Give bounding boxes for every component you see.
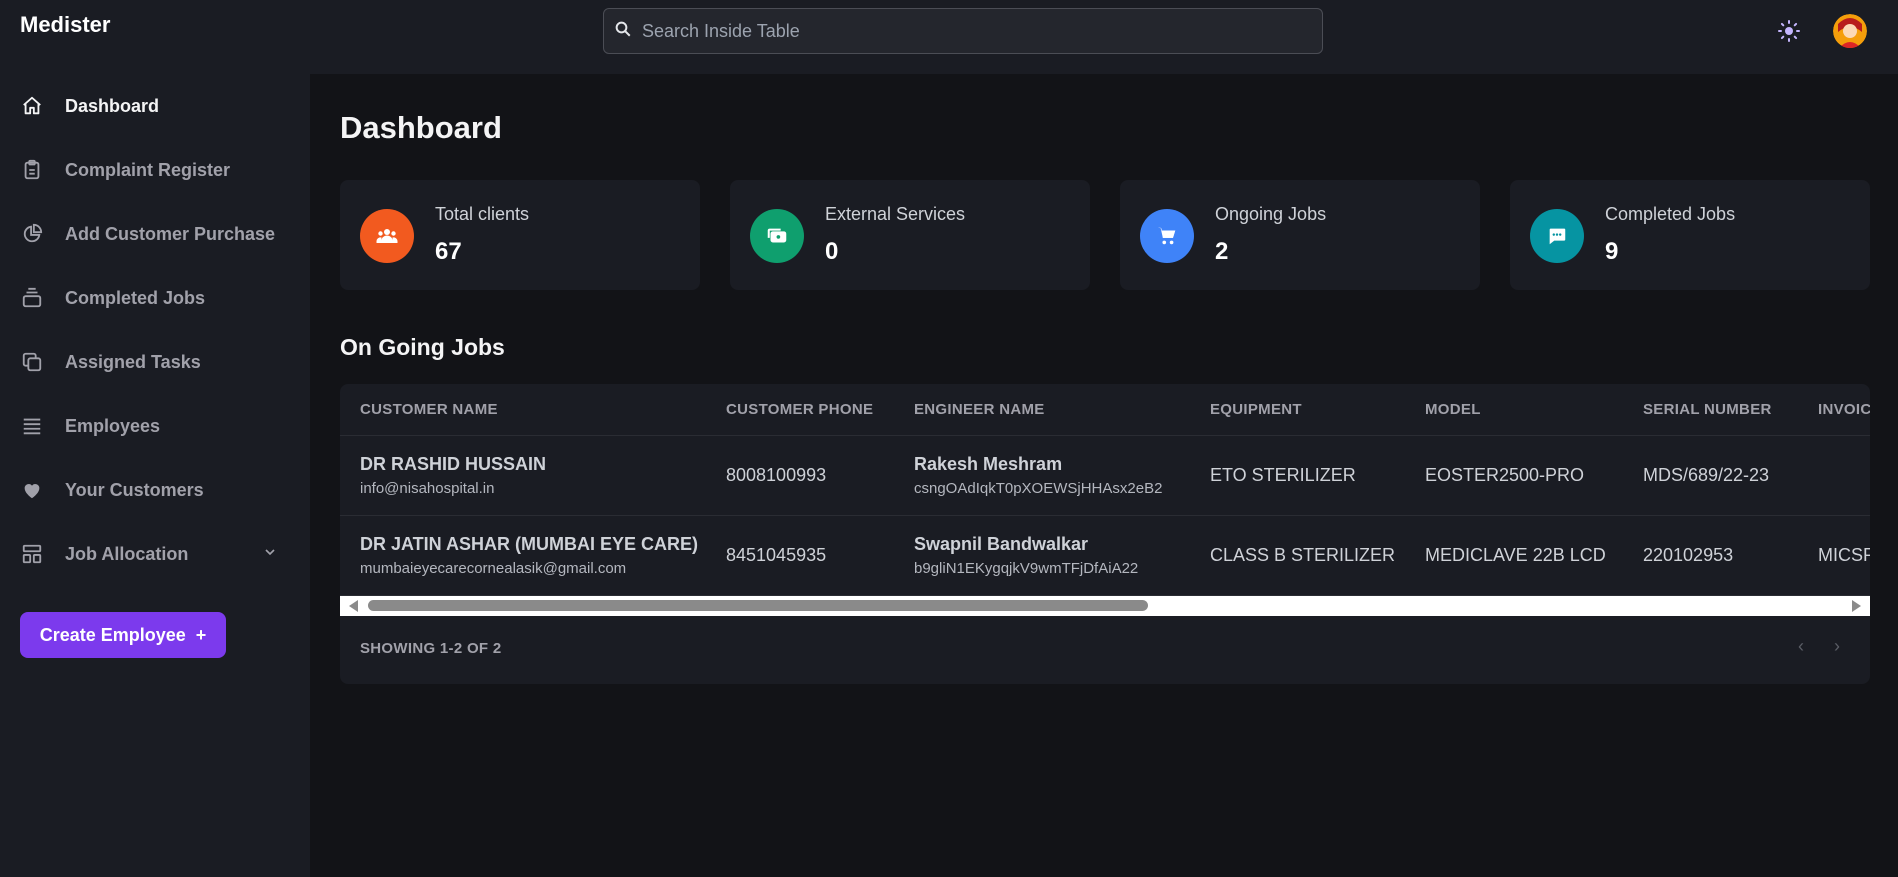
sidebar-item-label: Add Customer Purchase [65, 223, 276, 244]
heart-icon [20, 478, 44, 502]
customer-name: DR RASHID HUSSAIN [360, 454, 547, 474]
engineer-name: Rakesh Meshram [914, 454, 1063, 474]
sidebar-item-label: Job Allocation [65, 543, 189, 564]
clipboard-icon [20, 158, 44, 182]
page-title: Dashboard [340, 110, 502, 145]
top-header [310, 0, 1898, 74]
table-header: CUSTOMER NAME CUSTOMER PHONE ENGINEER NA… [340, 384, 1870, 436]
cart-icon [1140, 209, 1194, 263]
copy-icon [20, 350, 44, 374]
sidebar: Medister Dashboard Complaint Register Ad… [0, 0, 310, 877]
stat-value: 2 [1215, 238, 1229, 265]
layout-icon [20, 542, 44, 566]
create-employee-button[interactable]: Create Employee + [20, 612, 226, 658]
serial-number: 220102953 [1643, 545, 1734, 565]
engineer-id: b9gliN1EKygqjkV9wmTFjDfAiA22 [914, 560, 1139, 577]
equipment: CLASS B STERILIZER [1210, 545, 1396, 565]
search-input[interactable] [642, 20, 1322, 42]
serial-number: MDS/689/22-23 [1643, 465, 1770, 485]
equipment: ETO STERILIZER [1210, 465, 1356, 485]
engineer-id: csngOAdIqkT0pXOEWSjHHAsx2eB2 [914, 480, 1163, 497]
sidebar-item-label: Dashboard [65, 95, 160, 116]
stat-card-external-services: External Services 0 [730, 180, 1090, 290]
column-header[interactable]: SERIAL NUMBER [1643, 401, 1772, 418]
sun-icon[interactable] [1775, 17, 1803, 45]
invoice: MICSP [1818, 545, 1870, 565]
column-header[interactable]: ENGINEER NAME [914, 401, 1045, 418]
model: MEDICLAVE 22B LCD [1425, 545, 1606, 565]
user-avatar[interactable] [1833, 14, 1867, 48]
horizontal-scrollbar[interactable] [340, 596, 1870, 616]
brand-logo[interactable]: Medister [20, 12, 110, 38]
scroll-left-icon[interactable] [349, 600, 358, 612]
sidebar-item-assigned-tasks[interactable]: Assigned Tasks [0, 330, 310, 394]
search-box[interactable] [603, 8, 1323, 54]
chevron-down-icon[interactable] [262, 544, 278, 565]
scrollbar-thumb[interactable] [368, 600, 1148, 611]
sidebar-item-dashboard[interactable]: Dashboard [0, 74, 310, 138]
engineer-name: Swapnil Bandwalkar [914, 534, 1089, 554]
stat-label: External Services [825, 204, 966, 224]
stat-card-completed-jobs: Completed Jobs 9 [1510, 180, 1870, 290]
model: EOSTER2500-PRO [1425, 465, 1585, 485]
sidebar-item-label: Employees [65, 415, 161, 436]
home-icon [20, 94, 44, 118]
stat-label: Ongoing Jobs [1215, 204, 1327, 224]
stat-value: 9 [1605, 238, 1619, 265]
table-row[interactable]: DR RASHID HUSSAIN info@nisahospital.in 8… [340, 436, 1870, 516]
inbox-stack-icon [20, 286, 44, 310]
sidebar-item-label: Assigned Tasks [65, 351, 201, 372]
users-icon [360, 209, 414, 263]
app-root: Medister Dashboard Complaint Register Ad… [0, 0, 1898, 877]
main-content: Dashboard Total clients 67 External Serv… [310, 74, 1898, 877]
customer-phone: 8008100993 [726, 465, 827, 485]
column-header[interactable]: CUSTOMER PHONE [726, 401, 873, 418]
scroll-right-icon[interactable] [1852, 600, 1861, 612]
pagination-summary: SHOWING 1-2 OF 2 [360, 640, 502, 657]
sidebar-item-complaint-register[interactable]: Complaint Register [0, 138, 310, 202]
sidebar-item-label: Complaint Register [65, 159, 231, 180]
previous-page-icon[interactable]: ‹ [1798, 636, 1804, 657]
search-icon [614, 20, 632, 43]
pie-chart-icon [20, 222, 44, 246]
customer-email: mumbaieyecarecornealasik@gmail.com [360, 560, 627, 577]
section-title: On Going Jobs [340, 334, 505, 360]
customer-phone: 8451045935 [726, 545, 827, 565]
customer-email: info@nisahospital.in [360, 480, 495, 497]
sidebar-item-label: Your Customers [65, 479, 204, 500]
stat-label: Total clients [435, 204, 530, 224]
column-header[interactable]: EQUIPMENT [1210, 401, 1302, 418]
sidebar-item-job-allocation[interactable]: Job Allocation [0, 522, 310, 586]
customer-name: DR JATIN ASHAR (MUMBAI EYE CARE) [360, 534, 699, 554]
column-header[interactable]: INVOIC [1818, 401, 1870, 418]
sidebar-item-your-customers[interactable]: Your Customers [0, 458, 310, 522]
sidebar-item-employees[interactable]: Employees [0, 394, 310, 458]
create-employee-label: Create Employee [39, 624, 186, 645]
chat-icon [1530, 209, 1584, 263]
table-row[interactable]: DR JATIN ASHAR (MUMBAI EYE CARE) mumbaie… [340, 516, 1870, 596]
stat-value: 67 [435, 238, 462, 265]
stat-card-ongoing-jobs: Ongoing Jobs 2 [1120, 180, 1480, 290]
stat-value: 0 [825, 238, 839, 265]
sidebar-item-add-customer-purchase[interactable]: Add Customer Purchase [0, 202, 310, 266]
sidebar-item-label: Completed Jobs [65, 287, 206, 308]
sidebar-item-completed-jobs[interactable]: Completed Jobs [0, 266, 310, 330]
stat-label: Completed Jobs [1605, 204, 1736, 224]
plus-icon: + [195, 624, 207, 645]
column-header[interactable]: MODEL [1425, 401, 1481, 418]
ongoing-jobs-table: CUSTOMER NAME CUSTOMER PHONE ENGINEER NA… [340, 384, 1870, 684]
cash-icon [750, 209, 804, 263]
list-icon [20, 414, 44, 438]
sidebar-nav: Dashboard Complaint Register Add Custome… [0, 74, 310, 586]
next-page-icon[interactable]: › [1834, 636, 1840, 657]
column-header[interactable]: CUSTOMER NAME [360, 401, 498, 418]
stat-card-total-clients: Total clients 67 [340, 180, 700, 290]
